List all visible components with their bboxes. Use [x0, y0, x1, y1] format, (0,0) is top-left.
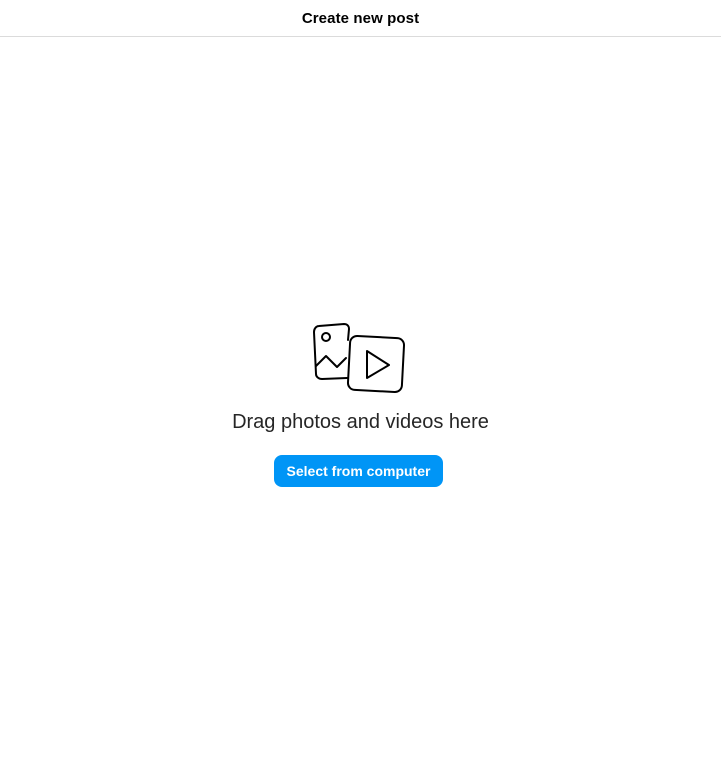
select-from-computer-button[interactable]: Select from computer — [274, 455, 443, 487]
photo-video-media-icon — [313, 323, 406, 394]
dialog-header: Create new post — [0, 0, 721, 37]
upload-drop-zone[interactable]: Drag photos and videos here Select from … — [0, 38, 721, 766]
dialog-title: Create new post — [301, 9, 420, 27]
create-post-dialog: Create new post Drag photos and videos h… — [0, 0, 721, 766]
drag-prompt-text: Drag photos and videos here — [232, 411, 489, 433]
